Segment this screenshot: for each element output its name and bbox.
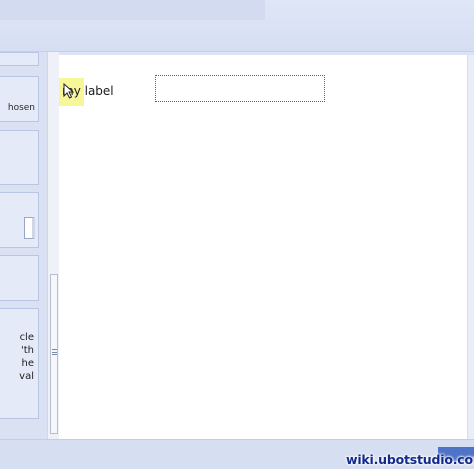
window-titlebar — [0, 0, 474, 52]
properties-panel: hosen cle 'th he val — [0, 52, 47, 439]
canvas-textbox[interactable] — [155, 75, 325, 102]
description-line: 'th — [20, 345, 34, 356]
design-canvas[interactable]: my label — [59, 55, 467, 439]
property-box-3[interactable] — [0, 130, 39, 185]
scrollbar-thumb[interactable] — [50, 274, 58, 434]
panel-scrollbar[interactable] — [47, 52, 59, 439]
watermark-text: wiki.ubotstudio.com — [346, 452, 474, 467]
description-line: val — [19, 371, 34, 382]
property-box-2-text: hosen — [7, 103, 35, 113]
property-box-2[interactable]: hosen — [0, 76, 39, 122]
titlebar-shade — [0, 0, 265, 20]
property-box-4[interactable] — [0, 192, 39, 248]
property-description: cle 'th he val — [19, 331, 34, 383]
canvas-right-edge — [467, 55, 474, 439]
property-box-5[interactable] — [0, 255, 39, 301]
mouse-pointer-icon — [63, 83, 75, 99]
property-field[interactable] — [24, 217, 35, 239]
description-line: cle — [19, 332, 34, 343]
property-box-1[interactable] — [0, 52, 39, 66]
property-box-6[interactable]: cle 'th he val — [0, 308, 39, 419]
scrollbar-grip-icon — [52, 349, 57, 355]
description-line: he — [21, 358, 35, 369]
